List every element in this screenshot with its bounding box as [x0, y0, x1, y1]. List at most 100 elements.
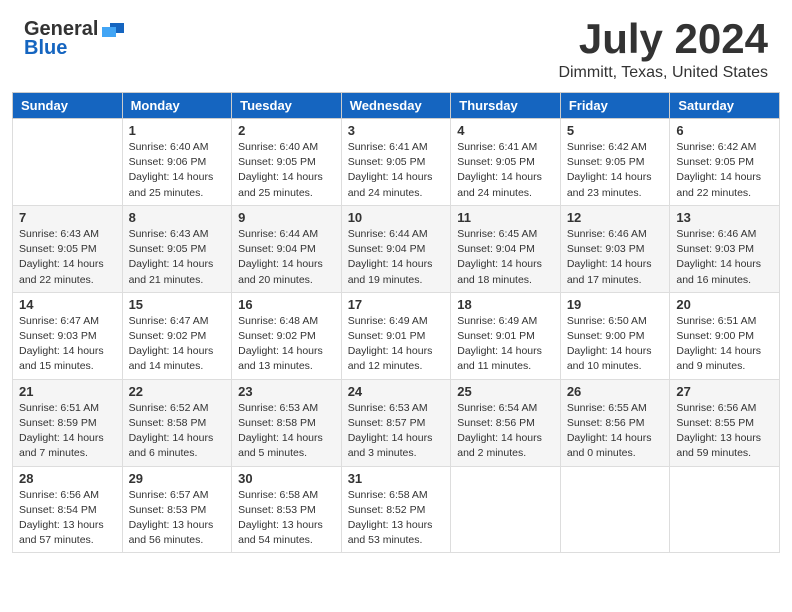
- day-number: 11: [457, 210, 554, 225]
- location-subtitle: Dimmitt, Texas, United States: [558, 64, 768, 82]
- day-number: 14: [19, 297, 116, 312]
- title-block: July 2024 Dimmitt, Texas, United States: [558, 18, 768, 82]
- col-header-monday: Monday: [122, 93, 232, 119]
- day-number: 28: [19, 471, 116, 486]
- calendar-wrapper: SundayMondayTuesdayWednesdayThursdayFrid…: [0, 92, 792, 561]
- day-info: Sunrise: 6:46 AM Sunset: 9:03 PM Dayligh…: [676, 227, 773, 288]
- calendar-cell: 21 Sunrise: 6:51 AM Sunset: 8:59 PM Dayli…: [13, 379, 123, 466]
- calendar-cell: 14 Sunrise: 6:47 AM Sunset: 9:03 PM Dayli…: [13, 292, 123, 379]
- day-number: 19: [567, 297, 664, 312]
- calendar-cell: 24 Sunrise: 6:53 AM Sunset: 8:57 PM Dayli…: [341, 379, 451, 466]
- day-number: 7: [19, 210, 116, 225]
- calendar-cell: 31Sunrise: 6:58 AM Sunset: 8:52 PM Dayli…: [341, 466, 451, 553]
- day-number: 3: [348, 123, 445, 138]
- col-header-saturday: Saturday: [670, 93, 780, 119]
- day-number: 1: [129, 123, 226, 138]
- day-info: Sunrise: 6:53 AM Sunset: 8:58 PM Dayligh…: [238, 401, 335, 462]
- day-info: Sunrise: 6:56 AM Sunset: 8:54 PM Dayligh…: [19, 488, 116, 549]
- calendar-cell: 17 Sunrise: 6:49 AM Sunset: 9:01 PM Dayli…: [341, 292, 451, 379]
- day-info: Sunrise: 6:57 AM Sunset: 8:53 PM Dayligh…: [129, 488, 226, 549]
- calendar-cell: 9 Sunrise: 6:44 AM Sunset: 9:04 PM Daylig…: [232, 205, 342, 292]
- col-header-thursday: Thursday: [451, 93, 561, 119]
- calendar-cell: 19 Sunrise: 6:50 AM Sunset: 9:00 PM Dayli…: [560, 292, 670, 379]
- calendar-cell: 25 Sunrise: 6:54 AM Sunset: 8:56 PM Dayli…: [451, 379, 561, 466]
- calendar-cell: 10Sunrise: 6:44 AM Sunset: 9:04 PM Dayli…: [341, 205, 451, 292]
- day-number: 4: [457, 123, 554, 138]
- day-info: Sunrise: 6:45 AM Sunset: 9:04 PM Dayligh…: [457, 227, 554, 288]
- day-number: 18: [457, 297, 554, 312]
- col-header-wednesday: Wednesday: [341, 93, 451, 119]
- day-info: Sunrise: 6:58 AM Sunset: 8:52 PM Dayligh…: [348, 488, 445, 549]
- day-number: 6: [676, 123, 773, 138]
- day-info: Sunrise: 6:49 AM Sunset: 9:01 PM Dayligh…: [457, 314, 554, 375]
- day-info: Sunrise: 6:41 AM Sunset: 9:05 PM Dayligh…: [457, 140, 554, 201]
- day-number: 8: [129, 210, 226, 225]
- calendar-cell: [451, 466, 561, 553]
- calendar-cell: 28 Sunrise: 6:56 AM Sunset: 8:54 PM Dayli…: [13, 466, 123, 553]
- calendar-cell: 12Sunrise: 6:46 AM Sunset: 9:03 PM Dayli…: [560, 205, 670, 292]
- calendar-cell: 30 Sunrise: 6:58 AM Sunset: 8:53 PM Dayli…: [232, 466, 342, 553]
- day-info: Sunrise: 6:49 AM Sunset: 9:01 PM Dayligh…: [348, 314, 445, 375]
- day-info: Sunrise: 6:43 AM Sunset: 9:05 PM Dayligh…: [129, 227, 226, 288]
- day-info: Sunrise: 6:42 AM Sunset: 9:05 PM Dayligh…: [676, 140, 773, 201]
- calendar-week-row: 7 Sunrise: 6:43 AM Sunset: 9:05 PM Daylig…: [13, 205, 780, 292]
- calendar-cell: 7 Sunrise: 6:43 AM Sunset: 9:05 PM Daylig…: [13, 205, 123, 292]
- day-number: 24: [348, 384, 445, 399]
- day-info: Sunrise: 6:40 AM Sunset: 9:05 PM Dayligh…: [238, 140, 335, 201]
- day-info: Sunrise: 6:43 AM Sunset: 9:05 PM Dayligh…: [19, 227, 116, 288]
- logo-icon: [102, 21, 124, 39]
- calendar-cell: 27 Sunrise: 6:56 AM Sunset: 8:55 PM Dayli…: [670, 379, 780, 466]
- day-info: Sunrise: 6:53 AM Sunset: 8:57 PM Dayligh…: [348, 401, 445, 462]
- month-year-title: July 2024: [558, 18, 768, 60]
- logo: General Blue: [24, 18, 124, 60]
- calendar-week-row: 14 Sunrise: 6:47 AM Sunset: 9:03 PM Dayli…: [13, 292, 780, 379]
- calendar-week-row: 28 Sunrise: 6:56 AM Sunset: 8:54 PM Dayli…: [13, 466, 780, 553]
- calendar-cell: 5 Sunrise: 6:42 AM Sunset: 9:05 PM Daylig…: [560, 119, 670, 206]
- day-number: 20: [676, 297, 773, 312]
- day-number: 23: [238, 384, 335, 399]
- day-number: 12: [567, 210, 664, 225]
- day-info: Sunrise: 6:40 AM Sunset: 9:06 PM Dayligh…: [129, 140, 226, 201]
- day-info: Sunrise: 6:55 AM Sunset: 8:56 PM Dayligh…: [567, 401, 664, 462]
- day-info: Sunrise: 6:56 AM Sunset: 8:55 PM Dayligh…: [676, 401, 773, 462]
- calendar-cell: 20 Sunrise: 6:51 AM Sunset: 9:00 PM Dayli…: [670, 292, 780, 379]
- calendar-header-row: SundayMondayTuesdayWednesdayThursdayFrid…: [13, 93, 780, 119]
- day-number: 5: [567, 123, 664, 138]
- calendar-cell: 11 Sunrise: 6:45 AM Sunset: 9:04 PM Dayli…: [451, 205, 561, 292]
- calendar-cell: 15Sunrise: 6:47 AM Sunset: 9:02 PM Dayli…: [122, 292, 232, 379]
- day-info: Sunrise: 6:54 AM Sunset: 8:56 PM Dayligh…: [457, 401, 554, 462]
- calendar-cell: 22Sunrise: 6:52 AM Sunset: 8:58 PM Dayli…: [122, 379, 232, 466]
- col-header-sunday: Sunday: [13, 93, 123, 119]
- day-number: 16: [238, 297, 335, 312]
- calendar-cell: [560, 466, 670, 553]
- day-info: Sunrise: 6:41 AM Sunset: 9:05 PM Dayligh…: [348, 140, 445, 201]
- day-info: Sunrise: 6:51 AM Sunset: 8:59 PM Dayligh…: [19, 401, 116, 462]
- day-number: 30: [238, 471, 335, 486]
- day-info: Sunrise: 6:50 AM Sunset: 9:00 PM Dayligh…: [567, 314, 664, 375]
- day-info: Sunrise: 6:42 AM Sunset: 9:05 PM Dayligh…: [567, 140, 664, 201]
- day-number: 21: [19, 384, 116, 399]
- day-number: 27: [676, 384, 773, 399]
- day-number: 9: [238, 210, 335, 225]
- calendar-cell: 4 Sunrise: 6:41 AM Sunset: 9:05 PM Daylig…: [451, 119, 561, 206]
- day-info: Sunrise: 6:44 AM Sunset: 9:04 PM Dayligh…: [238, 227, 335, 288]
- logo-blue: Blue: [24, 37, 124, 60]
- page-header: General Blue July 2024 Dimmitt, Texas, U…: [0, 0, 792, 92]
- calendar-cell: 1 Sunrise: 6:40 AM Sunset: 9:06 PM Daylig…: [122, 119, 232, 206]
- day-info: Sunrise: 6:47 AM Sunset: 9:03 PM Dayligh…: [19, 314, 116, 375]
- day-info: Sunrise: 6:48 AM Sunset: 9:02 PM Dayligh…: [238, 314, 335, 375]
- calendar-cell: 16 Sunrise: 6:48 AM Sunset: 9:02 PM Dayli…: [232, 292, 342, 379]
- day-number: 2: [238, 123, 335, 138]
- day-number: 17: [348, 297, 445, 312]
- calendar-cell: 18 Sunrise: 6:49 AM Sunset: 9:01 PM Dayli…: [451, 292, 561, 379]
- calendar-cell: 23 Sunrise: 6:53 AM Sunset: 8:58 PM Dayli…: [232, 379, 342, 466]
- calendar-cell: 13 Sunrise: 6:46 AM Sunset: 9:03 PM Dayli…: [670, 205, 780, 292]
- calendar-cell: 29Sunrise: 6:57 AM Sunset: 8:53 PM Dayli…: [122, 466, 232, 553]
- day-info: Sunrise: 6:51 AM Sunset: 9:00 PM Dayligh…: [676, 314, 773, 375]
- day-number: 25: [457, 384, 554, 399]
- day-number: 13: [676, 210, 773, 225]
- col-header-friday: Friday: [560, 93, 670, 119]
- calendar-cell: [670, 466, 780, 553]
- day-info: Sunrise: 6:58 AM Sunset: 8:53 PM Dayligh…: [238, 488, 335, 549]
- col-header-tuesday: Tuesday: [232, 93, 342, 119]
